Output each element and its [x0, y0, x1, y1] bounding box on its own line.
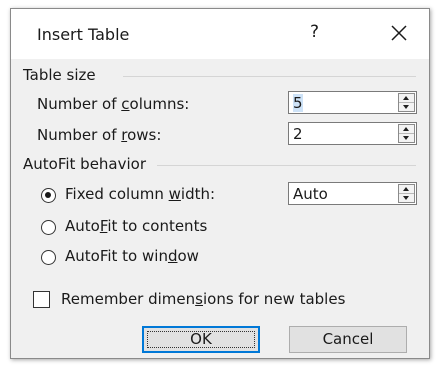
up-arrow-icon: [403, 127, 409, 131]
fixed-width-increment-button[interactable]: [399, 185, 414, 194]
autofit-window-label[interactable]: AutoFit to window: [65, 247, 199, 265]
rows-increment-button[interactable]: [399, 125, 414, 134]
autofit-contents-label[interactable]: AutoFit to contents: [65, 217, 207, 235]
autofit-group-label: AutoFit behavior: [23, 155, 147, 173]
table-size-divider: [123, 76, 416, 77]
columns-spin-arrows: [398, 93, 415, 112]
close-icon: [391, 25, 407, 41]
fixed-width-spin-arrows: [398, 184, 415, 203]
up-arrow-icon: [403, 187, 409, 191]
fixed-width-radio[interactable]: [41, 188, 56, 203]
columns-decrement-button[interactable]: [399, 103, 414, 111]
title-bar: Insert Table ?: [11, 9, 429, 59]
help-button[interactable]: ?: [310, 22, 319, 42]
focus-indicator: [147, 331, 255, 348]
columns-increment-button[interactable]: [399, 94, 414, 103]
autofit-contents-radio[interactable]: [41, 220, 56, 235]
columns-input[interactable]: 5: [293, 94, 303, 112]
table-size-group-label: Table size: [23, 66, 96, 84]
autofit-window-radio[interactable]: [41, 250, 56, 265]
fixed-width-input[interactable]: Auto: [293, 185, 328, 203]
columns-label: Number of columns:: [37, 95, 190, 113]
close-button[interactable]: [387, 21, 411, 45]
rows-input[interactable]: 2: [293, 125, 303, 143]
cancel-button-label: Cancel: [322, 330, 374, 348]
fixed-width-decrement-button[interactable]: [399, 194, 414, 202]
remember-dimensions-label[interactable]: Remember dimensions for new tables: [61, 290, 345, 308]
autofit-divider: [157, 165, 416, 166]
insert-table-dialog: Insert Table ? Table size Number of colu…: [10, 8, 430, 359]
up-arrow-icon: [403, 96, 409, 100]
down-arrow-icon: [403, 196, 409, 200]
rows-spinner[interactable]: 2: [288, 122, 417, 145]
dialog-title: Insert Table: [37, 25, 130, 44]
rows-decrement-button[interactable]: [399, 134, 414, 142]
ok-button[interactable]: OK: [142, 326, 260, 353]
fixed-width-label[interactable]: Fixed column width:: [65, 185, 215, 203]
cancel-button[interactable]: Cancel: [289, 326, 407, 353]
radio-selected-dot: [45, 192, 51, 198]
remember-dimensions-checkbox[interactable]: [33, 291, 50, 308]
down-arrow-icon: [403, 136, 409, 140]
down-arrow-icon: [403, 105, 409, 109]
rows-label: Number of rows:: [37, 126, 162, 144]
rows-spin-arrows: [398, 124, 415, 143]
fixed-width-spinner[interactable]: Auto: [288, 182, 417, 205]
columns-spinner[interactable]: 5: [288, 91, 417, 114]
